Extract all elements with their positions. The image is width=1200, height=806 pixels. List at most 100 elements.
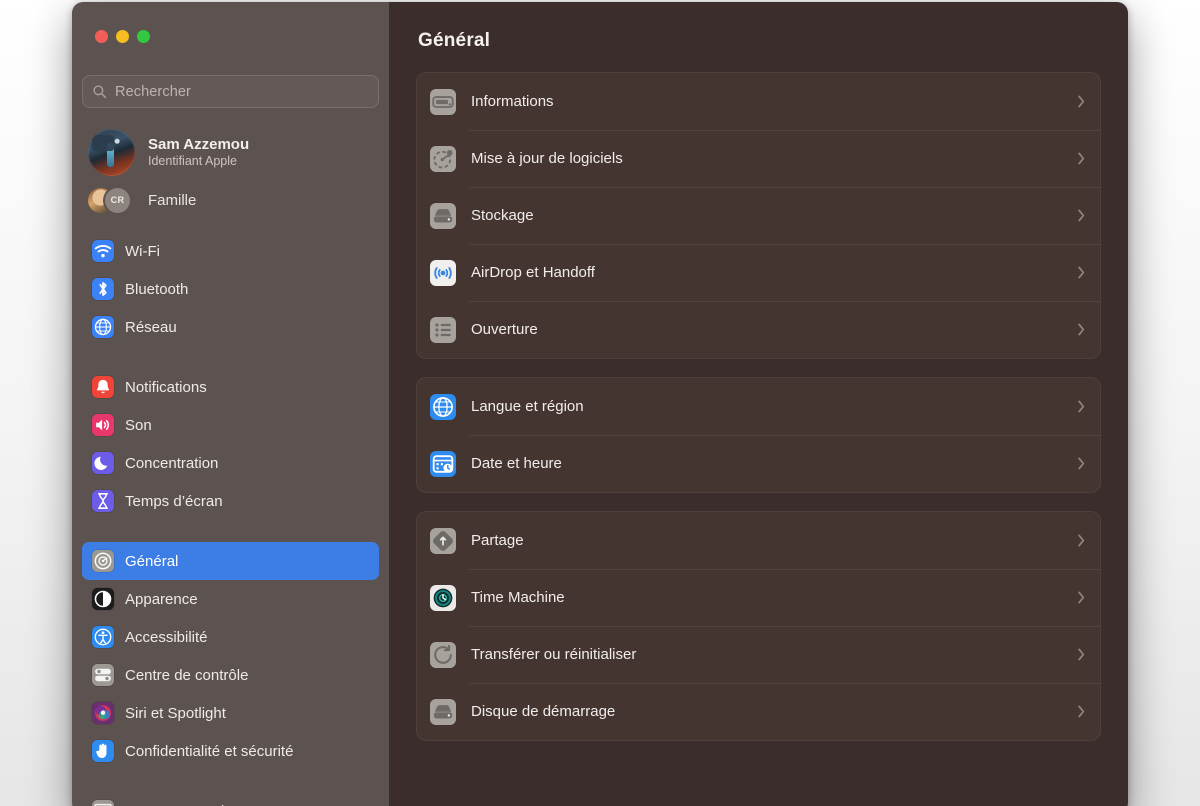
desktop-dock-icon — [92, 800, 114, 806]
control-center-icon — [92, 664, 114, 686]
settings-row-partage[interactable]: Partage — [417, 512, 1100, 569]
settings-row-label: Partage — [471, 532, 524, 549]
hourglass-icon — [92, 490, 114, 512]
settings-group-card: Informations Mise à jour de logiciels Stoc… — [416, 72, 1101, 359]
sidebar-item-label: Siri et Spotlight — [125, 704, 226, 722]
sidebar-item-label: Centre de contrôle — [125, 666, 249, 684]
sidebar-item-accessibilit[interactable]: Accessibilité — [82, 618, 379, 656]
settings-row-langue-et-r-gion[interactable]: Langue et région — [417, 378, 1100, 435]
settings-row-time-machine[interactable]: Time Machine — [417, 569, 1100, 626]
sidebar-group-separator — [82, 520, 379, 542]
sidebar-item-concentration[interactable]: Concentration — [82, 444, 379, 482]
sharing-icon — [430, 527, 456, 554]
settings-row-label: Time Machine — [471, 589, 565, 606]
settings-row-ouverture[interactable]: Ouverture — [417, 301, 1100, 358]
software-update-icon — [430, 145, 456, 172]
date-time-icon — [430, 450, 456, 477]
settings-row-label: AirDrop et Handoff — [471, 264, 595, 281]
sidebar-item-centre-de-contr-le[interactable]: Centre de contrôle — [82, 656, 379, 694]
family-avatar-initials: CR — [105, 187, 130, 213]
sidebar: Rechercher Sam Azzemou Identifiant Apple… — [72, 2, 389, 806]
sidebar-item-confidentialit-et-s-curit[interactable]: Confidentialité et sécurité — [82, 732, 379, 770]
moon-icon — [92, 452, 114, 474]
chevron-right-icon — [1077, 456, 1086, 471]
close-button[interactable] — [95, 30, 108, 43]
chevron-right-icon — [1077, 322, 1086, 337]
sidebar-item-siri-et-spotlight[interactable]: Siri et Spotlight — [82, 694, 379, 732]
chevron-right-icon — [1077, 533, 1086, 548]
settings-row-label: Informations — [471, 93, 554, 110]
settings-row-mise-jour-de-logiciels[interactable]: Mise à jour de logiciels — [417, 130, 1100, 187]
settings-group-card: Partage Time Machine Transférer ou réiniti… — [416, 511, 1101, 741]
page-title: Général — [418, 30, 491, 51]
speaker-icon — [92, 414, 114, 436]
settings-row-disque-de-d-marrage[interactable]: Disque de démarrage — [417, 683, 1100, 740]
apple-account-row[interactable]: Sam Azzemou Identifiant Apple — [88, 126, 378, 178]
bluetooth-icon — [92, 278, 114, 300]
sidebar-item-label: Wi-Fi — [125, 242, 160, 260]
sidebar-item-label: Réseau — [125, 318, 177, 336]
sidebar-item-label: Son — [125, 416, 152, 434]
appearance-icon — [92, 588, 114, 610]
sidebar-item-label: Notifications — [125, 378, 207, 396]
sidebar-item-bluetooth[interactable]: Bluetooth — [82, 270, 379, 308]
sidebar-item-r-seau[interactable]: Réseau — [82, 308, 379, 346]
settings-row-label: Langue et région — [471, 398, 584, 415]
settings-row-airdrop-et-handoff[interactable]: AirDrop et Handoff — [417, 244, 1100, 301]
sidebar-item-label: Accessibilité — [125, 628, 208, 646]
sidebar-item-label: Apparence — [125, 590, 198, 608]
search-field-wrapper[interactable]: Rechercher — [82, 75, 379, 108]
search-placeholder: Rechercher — [115, 83, 191, 100]
transfer-reset-icon — [430, 641, 456, 668]
sidebar-item-label: Bureau et Dock — [125, 803, 228, 806]
sidebar-item-wi-fi[interactable]: Wi-Fi — [82, 232, 379, 270]
sidebar-item-label: Concentration — [125, 454, 219, 472]
account-subtitle: Identifiant Apple — [148, 154, 237, 168]
sidebar-item-notifications[interactable]: Notifications — [82, 368, 379, 406]
settings-row-label: Transférer ou réinitialiser — [471, 646, 637, 663]
family-label: Famille — [148, 191, 197, 209]
settings-row-informations[interactable]: Informations — [417, 73, 1100, 130]
settings-row-label: Date et heure — [471, 455, 562, 472]
startup-disk-icon — [430, 698, 456, 725]
sidebar-item-label: Bluetooth — [125, 280, 189, 298]
sidebar-item-bureau-et-dock[interactable]: Bureau et Dock — [82, 792, 379, 806]
system-settings-window: Rechercher Sam Azzemou Identifiant Apple… — [72, 2, 1128, 806]
account-name: Sam Azzemou — [148, 136, 250, 153]
chevron-right-icon — [1077, 704, 1086, 719]
chevron-right-icon — [1077, 265, 1086, 280]
bell-icon — [92, 376, 114, 398]
sidebar-item-label: Temps d’écran — [125, 492, 223, 510]
settings-row-label: Stockage — [471, 207, 534, 224]
settings-row-label: Mise à jour de logiciels — [471, 150, 623, 167]
family-avatars: CR — [88, 187, 135, 213]
chevron-right-icon — [1077, 208, 1086, 223]
airdrop-icon — [430, 259, 456, 286]
login-items-list-icon — [430, 316, 456, 343]
chevron-right-icon — [1077, 399, 1086, 414]
sidebar-nav-list: Wi-Fi Bluetooth Réseau Notifications Son Conc… — [82, 232, 379, 806]
settings-row-stockage[interactable]: Stockage — [417, 187, 1100, 244]
language-globe-icon — [430, 393, 456, 420]
settings-row-date-et-heure[interactable]: Date et heure — [417, 435, 1100, 492]
settings-row-transf-rer-ou-r-initialiser[interactable]: Transférer ou réinitialiser — [417, 626, 1100, 683]
settings-card-list: Informations Mise à jour de logiciels Stoc… — [416, 72, 1101, 741]
chevron-right-icon — [1077, 151, 1086, 166]
sidebar-item-temps-d-cran[interactable]: Temps d’écran — [82, 482, 379, 520]
settings-group-card: Langue et région Date et heure — [416, 377, 1101, 493]
sidebar-item-apparence[interactable]: Apparence — [82, 580, 379, 618]
gear-icon — [92, 550, 114, 572]
zoom-button[interactable] — [137, 30, 150, 43]
sidebar-item-label: Confidentialité et sécurité — [125, 742, 294, 760]
minimize-button[interactable] — [116, 30, 129, 43]
desktop-background: Rechercher Sam Azzemou Identifiant Apple… — [0, 0, 1200, 806]
search-input[interactable]: Rechercher — [82, 75, 379, 108]
chevron-right-icon — [1077, 94, 1086, 109]
chevron-right-icon — [1077, 647, 1086, 662]
content-pane: Général Informations Mise à jour de logic… — [389, 2, 1128, 806]
sidebar-item-son[interactable]: Son — [82, 406, 379, 444]
chevron-right-icon — [1077, 590, 1086, 605]
settings-row-label: Disque de démarrage — [471, 703, 616, 720]
sidebar-item-g-n-ral[interactable]: Général — [82, 542, 379, 580]
family-row[interactable]: CR Famille — [88, 185, 378, 215]
